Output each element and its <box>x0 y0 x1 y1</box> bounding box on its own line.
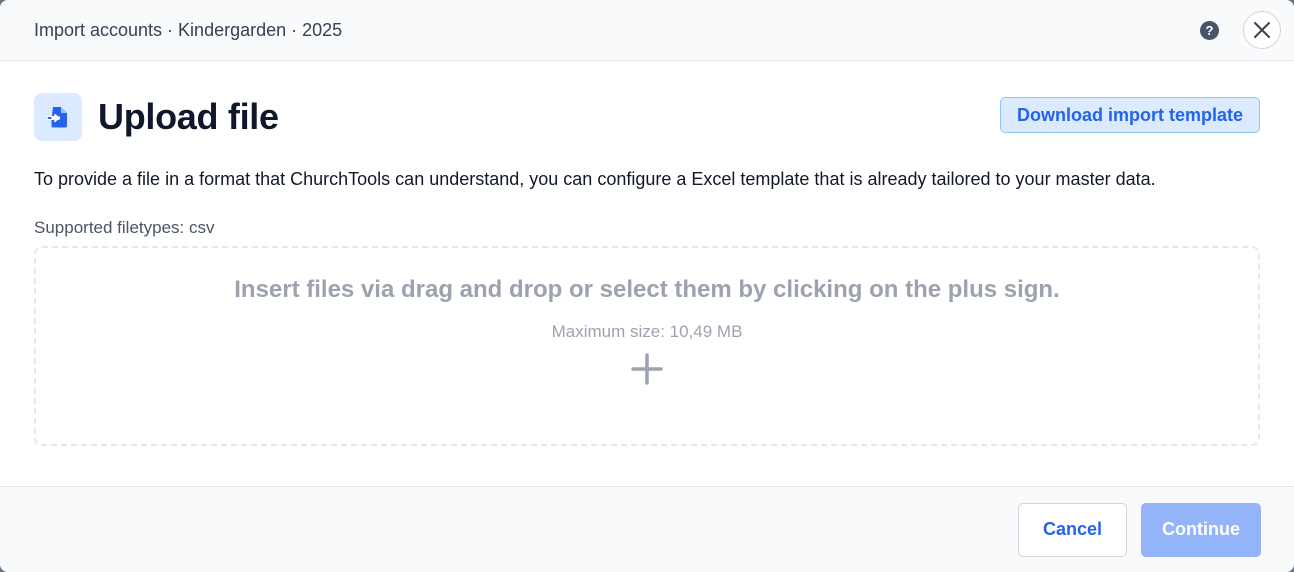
file-dropzone[interactable]: Insert files via drag and drop or select… <box>34 246 1260 446</box>
title-row: Upload file Download import template <box>34 93 1260 141</box>
description-text: To provide a file in a format that Churc… <box>34 169 1156 189</box>
supported-filetypes-label: Supported filetypes: csv <box>34 218 215 237</box>
dropzone-instructions: Insert files via drag and drop or select… <box>234 276 1060 303</box>
dialog-header: Import accounts · Kindergarden · 2025 ? <box>0 0 1294 61</box>
question-circle-icon[interactable]: ? <box>1200 20 1219 40</box>
cancel-button[interactable]: Cancel <box>1018 502 1127 557</box>
breadcrumb: Import accounts · Kindergarden · 2025 <box>34 19 343 40</box>
close-icon <box>1254 22 1270 38</box>
dialog-footer: Cancel Continue <box>0 486 1294 572</box>
close-button[interactable] <box>1243 11 1281 49</box>
page-title: Upload file <box>98 96 279 137</box>
continue-button[interactable]: Continue <box>1141 502 1261 557</box>
import-dialog: Import accounts · Kindergarden · 2025 ? … <box>0 0 1294 572</box>
plus-icon[interactable] <box>630 352 664 386</box>
file-import-icon <box>34 93 82 141</box>
max-size-label: Maximum size: 10,49 MB <box>551 322 743 341</box>
download-template-button[interactable]: Download import template <box>999 97 1260 133</box>
dialog-body: Upload file Download import template To … <box>0 61 1294 486</box>
